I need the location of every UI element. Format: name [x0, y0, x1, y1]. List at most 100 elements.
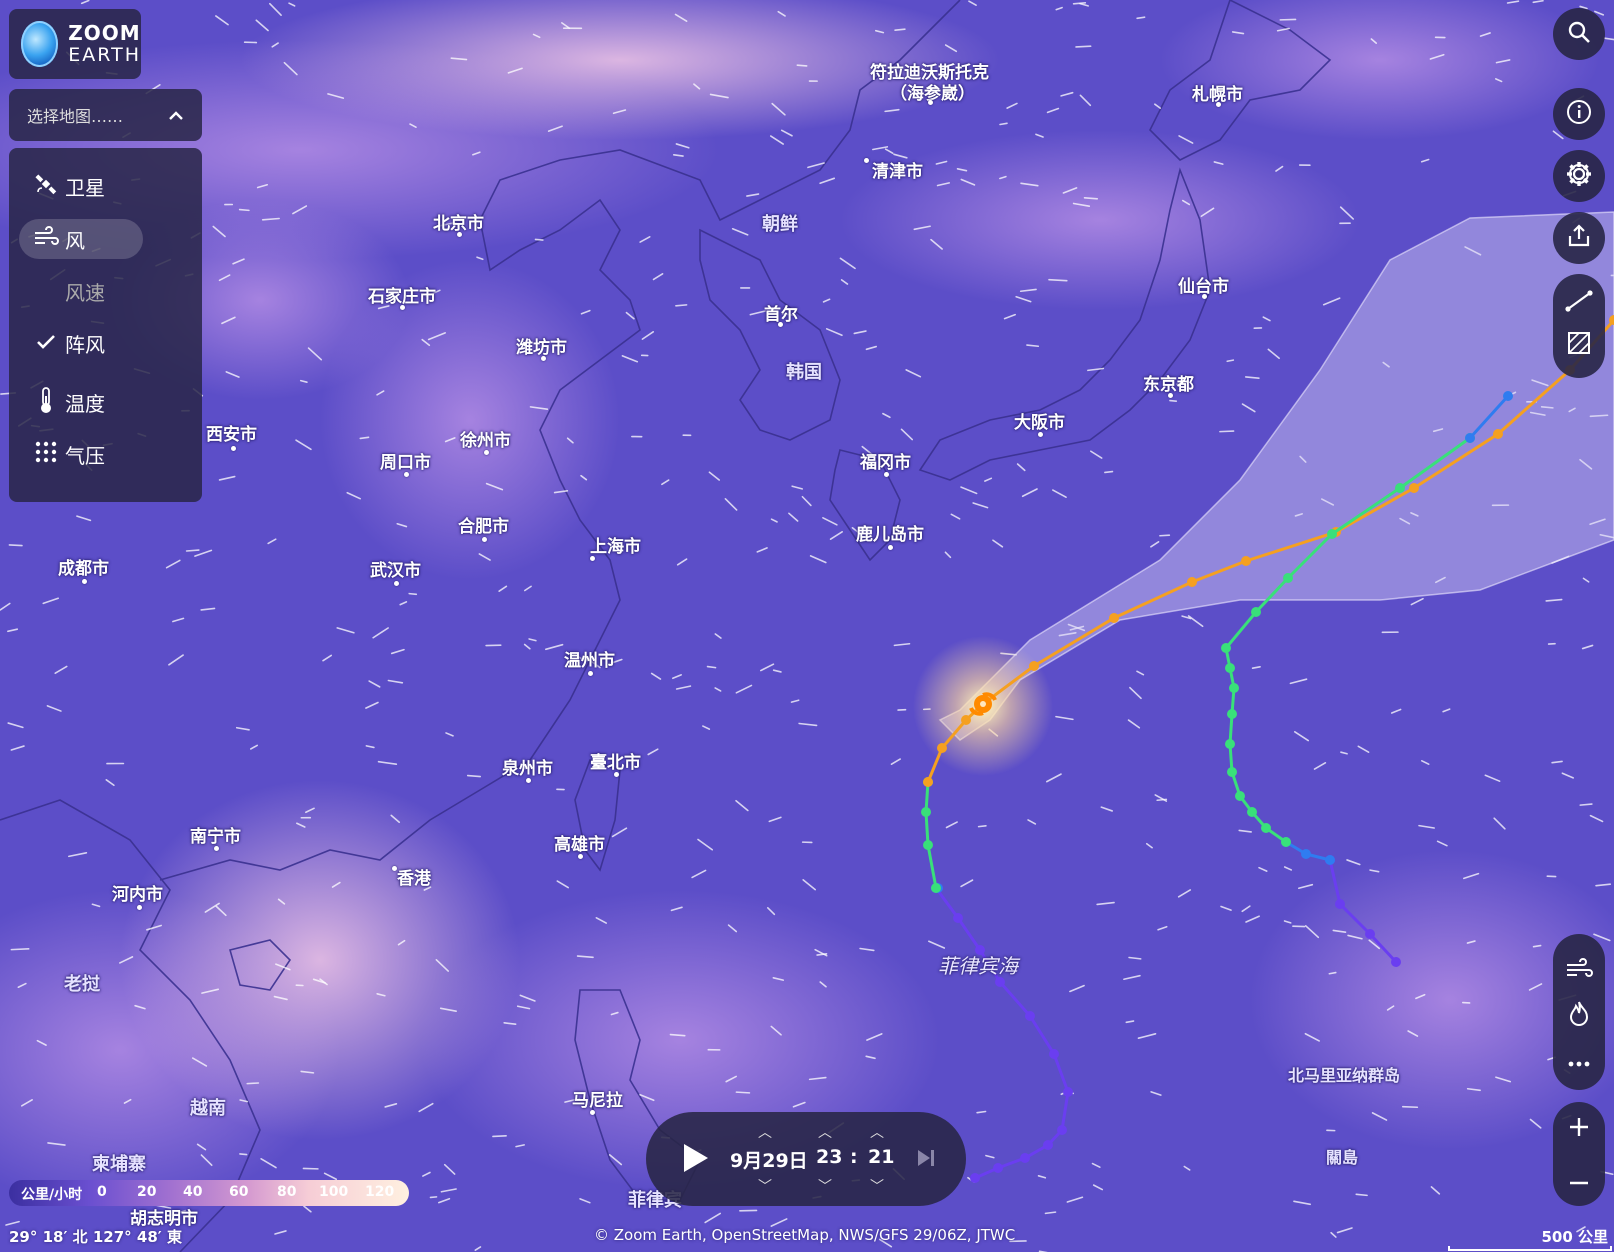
track-point[interactable] — [1221, 643, 1231, 653]
date-up-button[interactable]: ︿ — [758, 1122, 772, 1142]
city-dot — [1168, 393, 1173, 398]
track-point[interactable] — [1365, 929, 1375, 939]
track-point[interactable] — [1493, 429, 1503, 439]
track-point[interactable] — [921, 807, 931, 817]
track-point[interactable] — [1020, 1153, 1030, 1163]
map-select-label: 选择地图…… — [27, 107, 124, 126]
track-point[interactable] — [1301, 849, 1311, 859]
zoom-earth-logo[interactable]: ZOOM EARTH — [9, 9, 141, 79]
wind-streak — [977, 824, 987, 828]
track-point[interactable] — [1227, 709, 1237, 719]
fire-overlay-button[interactable] — [1553, 996, 1605, 1036]
city-dot — [1202, 294, 1207, 299]
measure-area-button[interactable] — [1553, 326, 1605, 366]
track-point[interactable] — [1043, 1140, 1053, 1150]
skip-to-now-button[interactable] — [916, 1148, 936, 1172]
play-icon — [684, 1144, 708, 1172]
city-dot — [82, 579, 87, 584]
track-point[interactable] — [993, 1163, 1003, 1173]
info-button[interactable] — [1553, 88, 1605, 140]
place-label: 北京市 — [433, 214, 484, 234]
draw-tools — [1553, 274, 1605, 378]
track-point[interactable] — [1057, 1125, 1067, 1135]
layer-wind[interactable]: 风 — [19, 219, 143, 259]
minute-down-button[interactable]: ﹀ — [870, 1176, 884, 1196]
zoom-in-button[interactable] — [1553, 1110, 1605, 1150]
place-label: 石家庄市 — [368, 287, 436, 307]
cursor-coordinates: 29° 18′ 北 127° 48′ 東 — [9, 1228, 182, 1246]
hour-down-button[interactable]: ﹀ — [818, 1176, 832, 1196]
wind-overlay-button[interactable] — [1553, 952, 1605, 992]
share-button[interactable] — [1553, 212, 1605, 264]
layer-label: 阵风 — [65, 332, 105, 357]
track-point[interactable] — [1395, 483, 1405, 493]
wind-streak — [1532, 944, 1542, 948]
track-point[interactable] — [1261, 823, 1271, 833]
track-point[interactable] — [1325, 855, 1335, 865]
place-label: 越南 — [190, 1098, 226, 1119]
track-point[interactable] — [1227, 767, 1237, 777]
wind-streak — [239, 1153, 248, 1156]
track-point[interactable] — [1283, 573, 1293, 583]
track-point[interactable] — [1229, 683, 1239, 693]
place-label: 西安市 — [206, 425, 257, 445]
track-point[interactable] — [953, 913, 963, 923]
place-label: 高雄市 — [554, 835, 605, 855]
track-point[interactable] — [1049, 1049, 1059, 1059]
track-point[interactable] — [1241, 556, 1251, 566]
search-button[interactable] — [1553, 8, 1605, 60]
map-select-dropdown[interactable]: 选择地图…… — [9, 89, 202, 141]
layer-satellite[interactable]: 卫星 — [19, 166, 143, 206]
logo-text: ZOOM — [68, 21, 141, 45]
track-point[interactable] — [1251, 607, 1261, 617]
track-point[interactable] — [923, 840, 933, 850]
track-point[interactable] — [1503, 391, 1513, 401]
layer-temperature[interactable]: 温度 — [19, 382, 143, 422]
city-dot — [541, 356, 546, 361]
track-point[interactable] — [1025, 1011, 1035, 1021]
place-label: 韩国 — [786, 362, 822, 383]
minute-up-button[interactable]: ︿ — [870, 1122, 884, 1142]
track-point[interactable] — [970, 1173, 980, 1183]
hour-up-button[interactable]: ︿ — [818, 1122, 832, 1142]
city-dot — [400, 305, 405, 310]
track-point[interactable] — [937, 743, 947, 753]
track-point[interactable] — [1327, 529, 1337, 539]
track-point[interactable] — [1409, 483, 1419, 493]
place-label: 合肥市 — [458, 517, 509, 537]
track-point[interactable] — [1225, 663, 1235, 673]
more-dots-icon — [1568, 1048, 1590, 1073]
place-label: 上海市 — [590, 537, 641, 557]
more-button[interactable] — [1553, 1040, 1605, 1080]
layer-pressure[interactable]: 气压 — [19, 434, 143, 474]
layer-gusts[interactable]: 阵风 — [19, 323, 143, 363]
legend-unit: 公里/小时 — [21, 1187, 83, 1203]
track-point[interactable] — [1235, 791, 1245, 801]
track-point[interactable] — [1225, 739, 1235, 749]
track-point[interactable] — [1247, 807, 1257, 817]
track-point[interactable] — [1391, 957, 1401, 967]
track-point[interactable] — [1335, 899, 1345, 909]
wind-streak — [796, 64, 808, 67]
wind-streak — [1169, 399, 1178, 402]
track-point[interactable] — [1187, 577, 1197, 587]
measure-line-button[interactable] — [1553, 284, 1605, 324]
track-point[interactable] — [1281, 837, 1291, 847]
attribution-text[interactable]: © Zoom Earth, OpenStreetMap, NWS/GFS 29/… — [594, 1226, 1015, 1244]
track-point[interactable] — [1109, 613, 1119, 623]
wind-streak — [246, 1082, 260, 1085]
layer-wind-speed[interactable]: 风速 — [19, 271, 143, 311]
track-point[interactable] — [1063, 1087, 1073, 1097]
wind-streak — [359, 436, 370, 440]
zoom-out-button[interactable] — [1553, 1158, 1605, 1198]
city-dot — [137, 905, 142, 910]
settings-button[interactable] — [1553, 150, 1605, 202]
track-point[interactable] — [931, 883, 941, 893]
track-point[interactable] — [1029, 661, 1039, 671]
track-point[interactable] — [1465, 433, 1475, 443]
track-point[interactable] — [923, 777, 933, 787]
date-down-button[interactable]: ﹀ — [758, 1176, 772, 1196]
play-button[interactable] — [682, 1142, 710, 1178]
wind-streak — [1579, 803, 1593, 806]
track-point[interactable] — [961, 715, 971, 725]
